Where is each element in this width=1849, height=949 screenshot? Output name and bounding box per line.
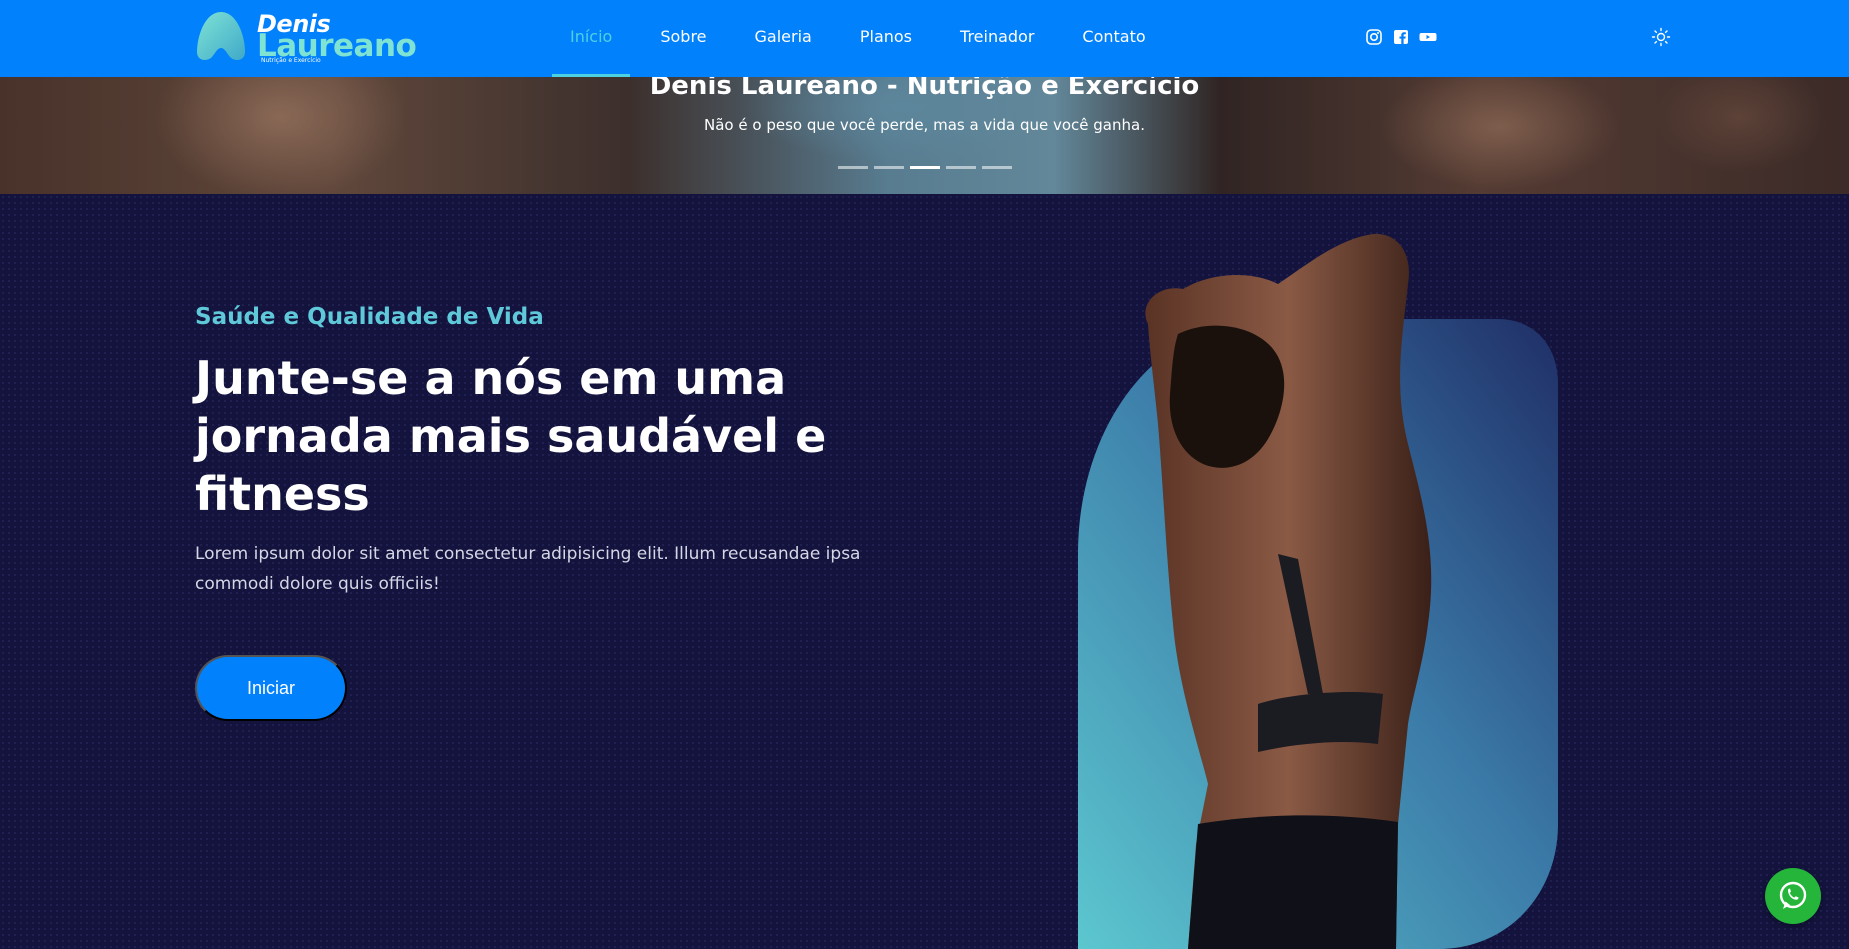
site-logo[interactable]: Denis Laureano Nutrição e Exercício bbox=[195, 8, 425, 68]
hero-eyebrow: Saúde e Qualidade de Vida bbox=[195, 304, 544, 330]
nav-item-planos[interactable]: Planos bbox=[836, 0, 936, 77]
nav-item-galeria[interactable]: Galeria bbox=[731, 0, 836, 77]
nav-item-inicio[interactable]: Início bbox=[546, 0, 636, 77]
start-button[interactable]: Iniciar bbox=[195, 655, 347, 721]
nav-item-sobre[interactable]: Sobre bbox=[636, 0, 730, 77]
navbar: Denis Laureano Nutrição e Exercício Iníc… bbox=[0, 0, 1849, 77]
carousel-indicator-4[interactable] bbox=[946, 166, 976, 169]
hero-athlete-image bbox=[1078, 233, 1558, 949]
carousel-subtitle: Não é o peso que você perde, mas a vida … bbox=[704, 116, 1145, 134]
nav-item-contato[interactable]: Contato bbox=[1058, 0, 1169, 77]
logo-mark-icon bbox=[197, 12, 245, 60]
logo-tagline: Nutrição e Exercício bbox=[261, 57, 321, 64]
carousel-indicator-5[interactable] bbox=[982, 166, 1012, 169]
hero-carousel: Denis Laureano - Nutrição e Exercício Nã… bbox=[0, 77, 1849, 194]
carousel-indicator-3[interactable] bbox=[910, 166, 940, 169]
main-menu: Início Sobre Galeria Planos Treinador Co… bbox=[546, 0, 1170, 77]
carousel-indicators bbox=[838, 166, 1012, 169]
hero-description: Lorem ipsum dolor sit amet consectetur a… bbox=[195, 544, 861, 594]
instagram-icon[interactable] bbox=[1365, 28, 1383, 46]
hero-title: Junte-se a nós em uma jornada mais saudá… bbox=[195, 351, 827, 521]
carousel-title: Denis Laureano - Nutrição e Exercício bbox=[649, 77, 1200, 101]
whatsapp-icon[interactable] bbox=[1765, 868, 1821, 924]
sun-icon[interactable] bbox=[1651, 27, 1671, 47]
nav-item-treinador[interactable]: Treinador bbox=[936, 0, 1058, 77]
carousel-indicator-2[interactable] bbox=[874, 166, 904, 169]
facebook-icon[interactable] bbox=[1392, 28, 1410, 46]
social-links bbox=[1365, 28, 1437, 46]
youtube-icon[interactable] bbox=[1419, 28, 1437, 46]
hero-section: Saúde e Qualidade de Vida Junte-se a nós… bbox=[0, 194, 1849, 949]
carousel-indicator-1[interactable] bbox=[838, 166, 868, 169]
